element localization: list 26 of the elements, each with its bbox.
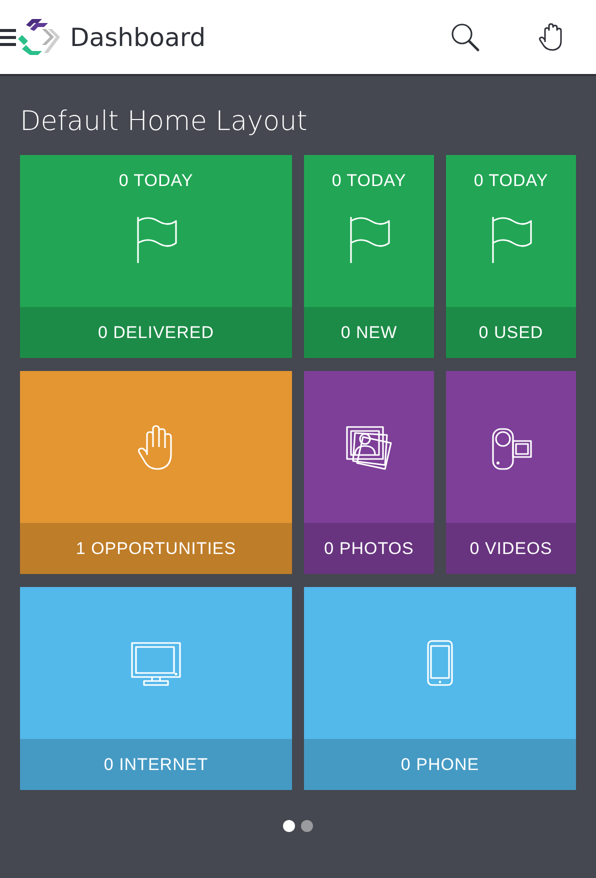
app-title: Dashboard: [70, 22, 207, 52]
tile-label: 0 USED: [446, 307, 576, 358]
tile-label: 0 INTERNET: [20, 739, 292, 790]
tile-label: 0 NEW: [304, 307, 434, 358]
dashboard-tile[interactable]: 0 VIDEOS: [446, 371, 576, 574]
tile-label: 0 PHOTOS: [304, 523, 434, 574]
today-count: 0 TODAY: [330, 171, 408, 191]
dashboard-tile[interactable]: 0 PHONE: [304, 587, 576, 790]
page-title: Default Home Layout: [20, 106, 308, 137]
dashboard-tile[interactable]: 0 TODAY 0 NEW: [304, 155, 434, 358]
tile-label: 1 OPPORTUNITIES: [20, 523, 292, 574]
dashboard-tile[interactable]: 0 INTERNET: [20, 587, 292, 790]
dashboard-tile[interactable]: 0 TODAY 0 DELIVERED: [20, 155, 292, 358]
tile-label: 0 VIDEOS: [446, 523, 576, 574]
tile-label: 0 DELIVERED: [20, 307, 292, 358]
dashboard-tile[interactable]: 0 PHOTOS: [304, 371, 434, 574]
page-dot[interactable]: [283, 820, 295, 832]
page-dot[interactable]: [301, 820, 313, 832]
tile-label: 0 PHONE: [304, 739, 576, 790]
today-count: 0 TODAY: [472, 171, 550, 191]
dashboard-tile[interactable]: 0 TODAY 0 USED: [446, 155, 576, 358]
today-count: 0 TODAY: [118, 171, 194, 191]
search-icon[interactable]: [450, 22, 480, 52]
menu-icon[interactable]: [0, 26, 16, 48]
dashboard-tile[interactable]: 1 OPPORTUNITIES: [20, 371, 292, 574]
logo-icon: [18, 17, 60, 57]
